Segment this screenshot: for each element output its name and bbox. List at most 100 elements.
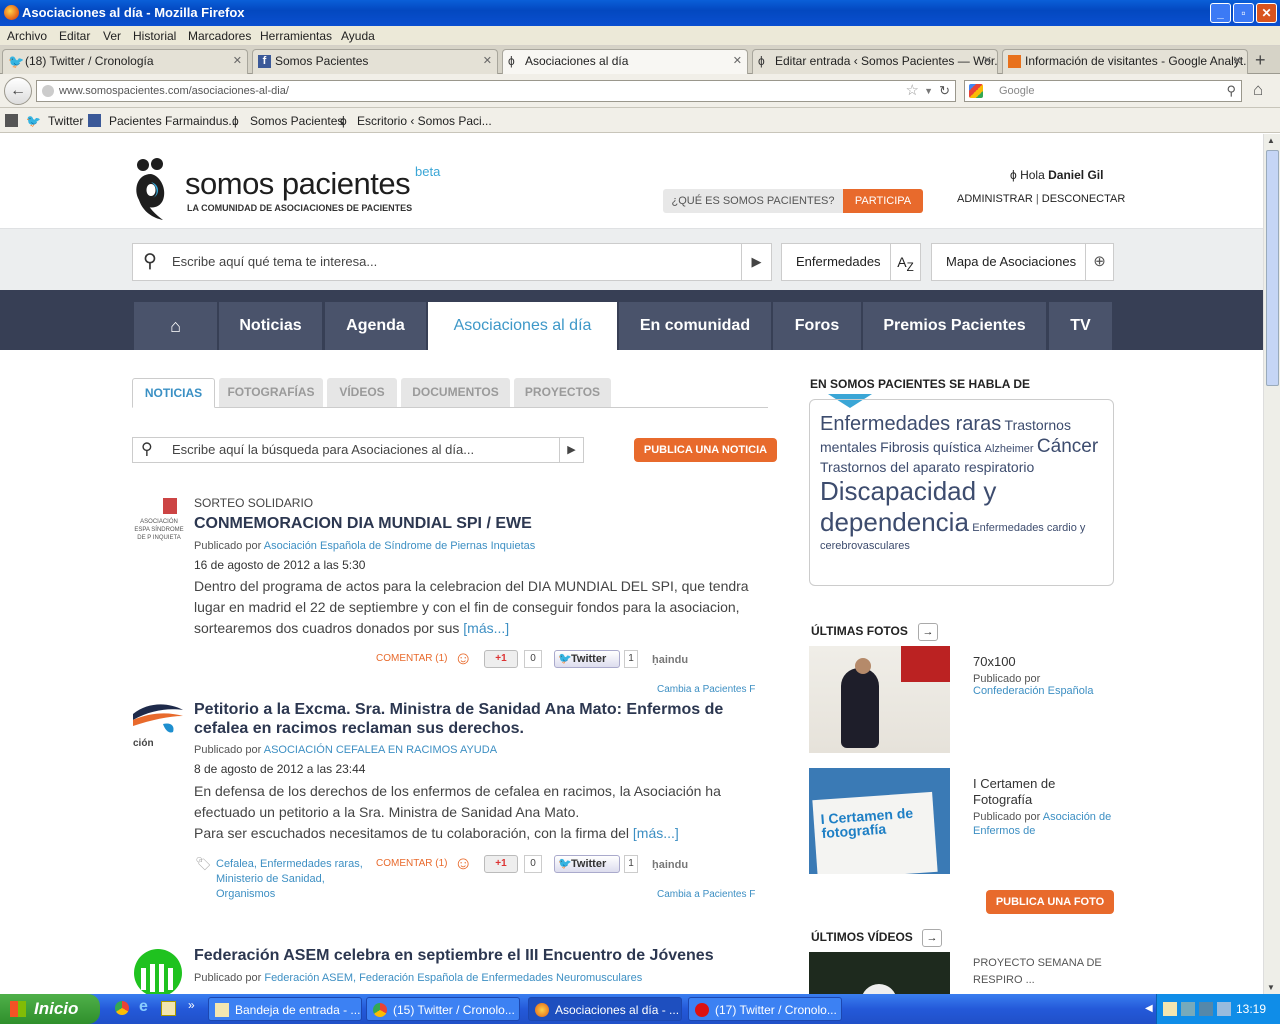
subtab-videos[interactable]: VÍDEOS <box>327 378 397 407</box>
close-tab-icon[interactable]: ✕ <box>733 50 742 73</box>
user-name[interactable]: Daniel Gil <box>1048 168 1103 182</box>
menu-herramientas[interactable]: Herramientas <box>260 29 332 43</box>
tab-analytics[interactable]: Información de visitantes - Google Analy… <box>1002 49 1248 74</box>
taskbar-item-bandeja[interactable]: Bandeja de entrada - ... <box>208 997 362 1021</box>
start-button[interactable]: Inicio <box>0 994 100 1024</box>
nav-premios[interactable]: Premios Pacientes <box>863 302 1046 350</box>
tray-icon[interactable] <box>1217 1002 1231 1016</box>
comment-bubble-icon[interactable]: ☺ <box>454 648 472 669</box>
nav-foros[interactable]: Foros <box>773 302 861 350</box>
subtab-documentos[interactable]: DOCUMENTOS <box>401 378 510 407</box>
close-tab-icon[interactable]: ✕ <box>483 50 492 73</box>
subtab-noticias[interactable]: NOTICIAS <box>132 378 215 408</box>
tweet-button[interactable]: 🐦 Twitter <box>554 855 620 873</box>
minimize-button[interactable]: _ <box>1210 3 1231 23</box>
post-title[interactable]: Petitorio a la Excma. Sra. Ministra de S… <box>194 700 734 738</box>
news-search-input[interactable]: ⚲ Escribe aquí la búsqueda para Asociaci… <box>132 437 584 463</box>
url-bar[interactable]: www.somospacientes.com/asociaciones-al-d… <box>36 80 956 102</box>
administrar-link[interactable]: ADMINISTRAR <box>957 193 1033 205</box>
menu-archivo[interactable]: Archivo <box>7 29 47 43</box>
menu-marcadores[interactable]: Marcadores <box>188 29 251 43</box>
bookmark-somos-pacientes[interactable]: Somos Pacientes <box>250 114 343 128</box>
close-tab-icon[interactable]: ✕ <box>983 50 992 73</box>
mapa-asociaciones-button[interactable]: Mapa de Asociaciones ⊕ <box>931 243 1114 281</box>
comentar-link[interactable]: COMENTAR (1) <box>376 653 447 664</box>
tab-editar-entrada[interactable]: ϕ Editar entrada ‹ Somos Pacientes — Wor… <box>752 49 998 74</box>
post-tags[interactable]: Cefalea, Enfermedades raras, Ministerio … <box>216 857 376 902</box>
nav-home[interactable]: ⌂ <box>134 302 217 350</box>
quicklaunch-expand-icon[interactable]: » <box>188 998 195 1012</box>
search-icon[interactable]: ⚲ <box>1226 81 1236 101</box>
dropdown-icon[interactable]: ▼ <box>924 81 933 101</box>
back-button[interactable]: ← <box>4 77 32 105</box>
post-author-link[interactable]: Asociación Española de Síndrome de Piern… <box>264 540 536 552</box>
menu-editar[interactable]: Editar <box>59 29 90 43</box>
publica-noticia-button[interactable]: PUBLICA UNA NOTICIA <box>634 438 777 462</box>
que-es-link[interactable]: ¿QUÉ ES SOMOS PACIENTES? <box>663 189 843 213</box>
post-author-link[interactable]: ASOCIACIÓN CEFALEA EN RACIMOS AYUDA <box>264 744 497 756</box>
chrome-quicklaunch-icon[interactable] <box>115 1001 129 1015</box>
photo-thumbnail[interactable]: I Certamen de fotografía <box>809 768 950 874</box>
read-more-link[interactable]: [más...] <box>633 825 679 841</box>
read-more-link[interactable]: [más...] <box>463 620 509 636</box>
tweet-button[interactable]: 🐦 Twitter <box>554 650 620 668</box>
enfermedades-button[interactable]: Enfermedades AZ <box>781 243 921 281</box>
browser-search-input[interactable]: Google ⚲ <box>964 80 1242 102</box>
taskbar-item-twitter-15[interactable]: (15) Twitter / Cronolo... <box>366 997 520 1021</box>
google-plus-button[interactable]: +1 <box>484 650 518 668</box>
tray-icon[interactable] <box>1199 1002 1213 1016</box>
reload-icon[interactable]: ↻ <box>939 81 950 101</box>
bookmarks-menu-icon[interactable] <box>5 114 18 127</box>
comentar-link[interactable]: COMENTAR (1) <box>376 858 447 869</box>
publica-foto-button[interactable]: PUBLICA UNA FOTO <box>986 890 1114 914</box>
cloud-tag[interactable]: Trastornos del aparato respiratorio <box>820 459 1034 475</box>
association-logo[interactable]: ción <box>133 700 185 750</box>
desconectar-link[interactable]: DESCONECTAR <box>1042 193 1126 205</box>
cambia-link[interactable]: Cambia a Pacientes F <box>657 684 755 695</box>
news-search-submit-icon[interactable]: ▶ <box>559 438 583 462</box>
post-title[interactable]: CONMEMORACION DIA MUNDIAL SPI / EWE <box>194 514 754 533</box>
taskbar-item-twitter-17[interactable]: (17) Twitter / Cronolo... <box>688 997 842 1021</box>
close-tab-icon[interactable]: ✕ <box>1233 50 1242 73</box>
cloud-tag[interactable]: Discapacidad y dependencia <box>820 476 996 537</box>
nav-noticias[interactable]: Noticias <box>219 302 322 350</box>
tab-asociaciones[interactable]: ϕ Asociaciones al día ✕ <box>502 49 748 75</box>
tab-somos-pacientes-fb[interactable]: f Somos Pacientes ✕ <box>252 49 498 74</box>
menu-historial[interactable]: Historial <box>133 29 176 43</box>
farmaindu-logo[interactable]: ḥaindu <box>652 859 688 871</box>
home-icon[interactable]: ⌂ <box>1253 80 1263 100</box>
nav-asociaciones[interactable]: Asociaciones al día <box>428 302 617 350</box>
fotos-arrow-icon[interactable]: → <box>918 623 938 641</box>
comment-bubble-icon[interactable]: ☺ <box>454 853 472 874</box>
video-title[interactable]: PROYECTO SEMANA DE RESPIRO ... <box>973 955 1103 989</box>
cambia-link[interactable]: Cambia a Pacientes F <box>657 889 755 900</box>
outlook-quicklaunch-icon[interactable] <box>161 1001 176 1016</box>
farmaindu-logo[interactable]: ḥaindu <box>652 654 688 666</box>
photo-title[interactable]: I Certamen de Fotografía <box>973 776 1103 808</box>
scrollbar-thumb[interactable] <box>1266 150 1279 386</box>
nav-en-comunidad[interactable]: En comunidad <box>619 302 771 350</box>
site-identity-icon[interactable] <box>42 85 54 97</box>
main-search-input[interactable]: ⚲ Escribe aquí qué tema te interesa... ▶ <box>132 243 772 281</box>
close-tab-icon[interactable]: ✕ <box>233 50 242 73</box>
bookmark-star-icon[interactable]: ☆ <box>906 81 919 101</box>
tray-expand-icon[interactable]: ◀ <box>1145 994 1153 1024</box>
post-author-link[interactable]: Federación ASEM, Federación Española de … <box>264 972 642 984</box>
subtab-proyectos[interactable]: PROYECTOS <box>514 378 611 407</box>
bookmark-twitter[interactable]: Twitter <box>48 114 83 128</box>
nav-agenda[interactable]: Agenda <box>325 302 426 350</box>
google-plus-button[interactable]: +1 <box>484 855 518 873</box>
bookmark-pacientes-farma[interactable]: Pacientes Farmaindus... <box>109 114 238 128</box>
bookmark-escritorio[interactable]: Escritorio ‹ Somos Paci... <box>357 114 492 128</box>
photo-title[interactable]: 70x100 <box>973 654 1016 669</box>
maximize-button[interactable]: ▫ <box>1233 3 1254 23</box>
scroll-down-icon[interactable]: ▼ <box>1267 983 1275 992</box>
cloud-tag[interactable]: Alzheimer <box>985 443 1034 455</box>
tray-icon[interactable] <box>1181 1002 1195 1016</box>
association-logo[interactable] <box>133 946 183 994</box>
taskbar-item-asociaciones[interactable]: Asociaciones al día - ... <box>528 997 682 1021</box>
page-scrollbar[interactable]: ▲ ▼ <box>1263 134 1280 994</box>
menu-ver[interactable]: Ver <box>103 29 121 43</box>
cloud-tag[interactable]: Fibrosis quística <box>880 439 981 455</box>
cloud-tag[interactable]: Enfermedades raras <box>820 413 1001 435</box>
